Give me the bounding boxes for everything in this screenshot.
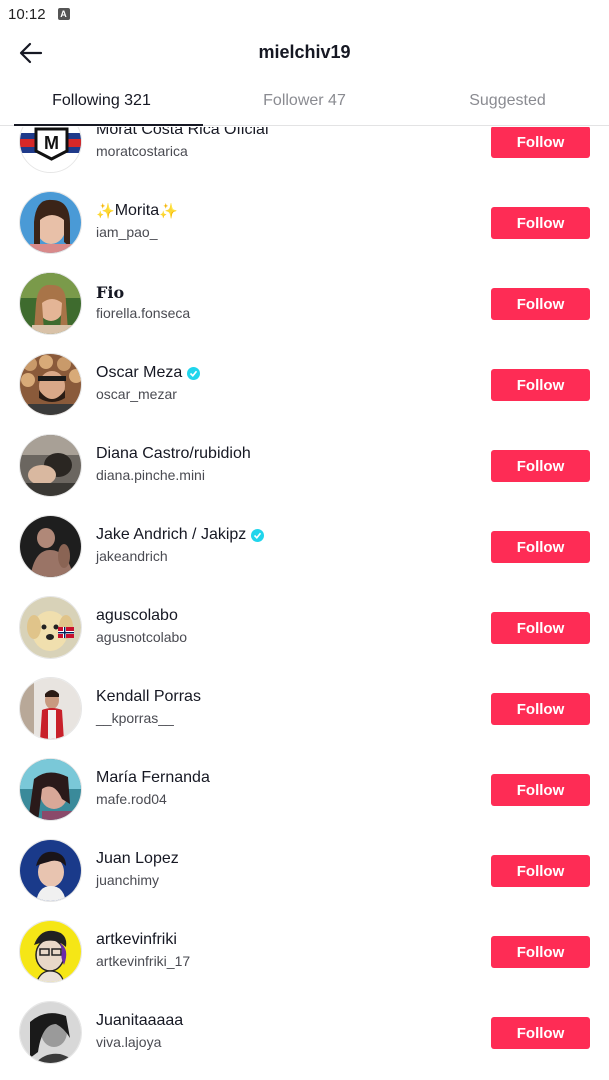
avatar[interactable]: [19, 353, 82, 416]
user-handle: jakeandrich: [96, 548, 168, 564]
user-name: aguscolabo: [96, 607, 178, 624]
list-item[interactable]: Kendall Porras __kporras__ Follow: [0, 668, 609, 749]
list-item[interactable]: ✨ Morita ✨ iam_pao_ Follow: [0, 182, 609, 263]
user-name: Morat Costa Rica Oficial: [96, 127, 269, 138]
back-button[interactable]: [14, 38, 48, 68]
user-handle: viva.lajoya: [96, 1034, 162, 1050]
follow-button[interactable]: Follow: [491, 612, 590, 644]
user-name: Juan Lopez: [96, 850, 179, 867]
list-item[interactable]: Juan Lopez juanchimy Follow: [0, 830, 609, 911]
list-item[interactable]: Oscar Meza oscar_mezar Follow: [0, 344, 609, 425]
tab-follower[interactable]: Follower 47: [203, 76, 406, 125]
follow-button[interactable]: Follow: [491, 127, 590, 158]
follow-button[interactable]: Follow: [491, 855, 590, 887]
user-handle: oscar_mezar: [96, 386, 177, 402]
user-handle: mafe.rod04: [96, 791, 167, 807]
avatar[interactable]: [19, 515, 82, 578]
user-handle: __kporras__: [96, 710, 174, 726]
page-title: mielchiv19: [258, 41, 351, 62]
avatar[interactable]: [19, 272, 82, 335]
follow-button[interactable]: Follow: [491, 936, 590, 968]
user-name: Fio: [96, 282, 125, 302]
sparkle-icon: ✨: [159, 203, 178, 220]
user-handle: iam_pao_: [96, 224, 158, 240]
tab-bar: Following 321 Follower 47 Suggested: [0, 76, 609, 126]
user-handle: agusnotcolabo: [96, 629, 188, 645]
follow-button[interactable]: Follow: [491, 288, 590, 320]
tab-following[interactable]: Following 321: [0, 76, 203, 126]
follow-button[interactable]: Follow: [491, 531, 590, 563]
follow-button[interactable]: Follow: [491, 450, 590, 482]
following-list[interactable]: M Morat Costa Rica Oficial moratcostaric…: [0, 127, 609, 1080]
list-item[interactable]: Fio fiorella.fonseca Follow: [0, 263, 609, 344]
user-handle: diana.pinche.mini: [96, 467, 205, 483]
user-name: Diana Castro/rubidioh: [96, 445, 251, 462]
notification-icon: A: [57, 8, 70, 20]
avatar[interactable]: [19, 920, 82, 983]
follow-button[interactable]: Follow: [491, 369, 590, 401]
user-handle: fiorella.fonseca: [96, 305, 191, 321]
arrow-left-icon: [19, 42, 43, 64]
user-handle: moratcostarica: [96, 143, 188, 159]
follow-button[interactable]: Follow: [491, 207, 590, 239]
verified-badge-icon: [251, 528, 265, 542]
user-name: Juanitaaaaa: [96, 1012, 184, 1029]
list-item[interactable]: artkevinfriki artkevinfriki_17 Follow: [0, 911, 609, 992]
user-name: Morita: [114, 202, 160, 219]
status-time: 10:12: [8, 5, 46, 23]
user-name: Kendall Porras: [96, 688, 201, 705]
avatar[interactable]: M: [19, 127, 82, 173]
user-handle: artkevinfriki_17: [96, 953, 191, 969]
avatar[interactable]: [19, 758, 82, 821]
avatar[interactable]: [19, 434, 82, 497]
user-name: María Fernanda: [96, 769, 210, 786]
avatar[interactable]: [19, 839, 82, 902]
user-name: Oscar Meza: [96, 364, 183, 381]
avatar[interactable]: [19, 191, 82, 254]
list-item[interactable]: Jake Andrich / Jakipz jakeandrich Follow: [0, 506, 609, 587]
user-name: Jake Andrich / Jakipz: [96, 526, 247, 543]
sparkle-icon: ✨: [96, 203, 115, 220]
svg-text:M: M: [44, 133, 59, 153]
avatar[interactable]: [19, 596, 82, 659]
verified-badge-icon: [187, 366, 201, 380]
avatar[interactable]: [19, 1001, 82, 1064]
header: mielchiv19: [0, 28, 609, 76]
follow-button[interactable]: Follow: [491, 1017, 590, 1049]
list-item[interactable]: aguscolabo agusnotcolabo Follow: [0, 587, 609, 668]
list-item[interactable]: María Fernanda mafe.rod04 Follow: [0, 749, 609, 830]
tab-suggested[interactable]: Suggested: [406, 76, 609, 125]
list-item[interactable]: Juanitaaaaa viva.lajoya Follow: [0, 992, 609, 1073]
list-item[interactable]: Diana Castro/rubidioh diana.pinche.mini …: [0, 425, 609, 506]
user-name: artkevinfriki: [96, 931, 177, 948]
user-handle: juanchimy: [96, 872, 160, 888]
status-bar: 10:12 A: [0, 0, 609, 28]
avatar[interactable]: [19, 677, 82, 740]
follow-button[interactable]: Follow: [491, 774, 590, 806]
list-item[interactable]: M Morat Costa Rica Oficial moratcostaric…: [0, 127, 609, 182]
follow-button[interactable]: Follow: [491, 693, 590, 725]
